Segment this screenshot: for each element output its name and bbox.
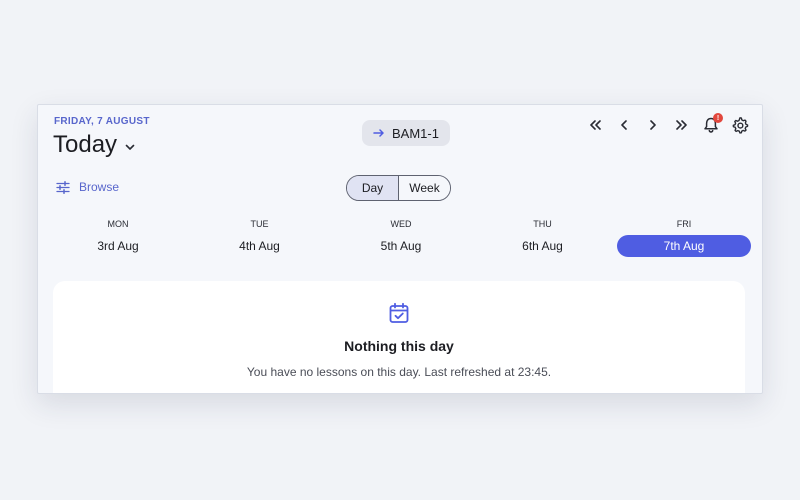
last-page-button[interactable] <box>672 115 692 135</box>
day-date: 3rd Aug <box>97 239 139 253</box>
day-name: TUE <box>250 219 269 229</box>
day-tue[interactable]: TUE 4th Aug <box>193 218 327 257</box>
settings-button[interactable] <box>730 115 750 135</box>
timetable-card: FRIDAY, 7 AUGUST Today BAM1-1 ! Browse D… <box>37 104 763 394</box>
sliders-icon <box>56 180 70 194</box>
browse-button[interactable]: Browse <box>56 180 119 194</box>
calendar-check-icon <box>389 302 409 323</box>
current-date-label: FRIDAY, 7 AUGUST <box>54 116 150 127</box>
page-title: Today <box>53 131 118 158</box>
arrow-right-icon <box>373 129 384 137</box>
first-page-button[interactable] <box>585 115 605 135</box>
group-chip-label: BAM1-1 <box>392 125 439 141</box>
empty-state-panel: Nothing this day You have no lessons on … <box>53 281 745 393</box>
day-date: 4th Aug <box>239 239 280 253</box>
previous-button[interactable] <box>614 115 634 135</box>
day-date-selected: 7th Aug <box>617 235 751 257</box>
empty-state-message: You have no lessons on this day. Last re… <box>246 365 552 379</box>
toolbar: ! <box>585 113 750 135</box>
day-wed[interactable]: WED 5th Aug <box>334 218 468 257</box>
day-date: 6th Aug <box>522 239 563 253</box>
toggle-day[interactable]: Day <box>347 176 399 200</box>
chevrons-left-icon <box>590 120 601 130</box>
chevrons-right-icon <box>676 120 687 130</box>
next-button[interactable] <box>643 115 663 135</box>
empty-state-title: Nothing this day <box>344 338 454 354</box>
browse-label: Browse <box>79 180 120 194</box>
day-fri[interactable]: FRI 7th Aug <box>617 218 751 257</box>
notifications-button[interactable]: ! <box>701 113 723 135</box>
day-mon[interactable]: MON 3rd Aug <box>51 218 185 257</box>
chevron-left-icon <box>621 120 627 130</box>
toggle-week[interactable]: Week <box>399 176 450 200</box>
view-toggle: Day Week <box>346 175 451 201</box>
notification-badge: ! <box>713 113 723 123</box>
group-chip[interactable]: BAM1-1 <box>362 120 450 146</box>
chevron-right-icon <box>650 120 656 130</box>
day-thu[interactable]: THU 6th Aug <box>476 218 610 257</box>
day-name: WED <box>390 219 412 229</box>
day-name: MON <box>107 219 129 229</box>
day-name: FRI <box>676 219 692 229</box>
chevron-down-icon <box>125 144 135 150</box>
day-date: 5th Aug <box>380 239 422 253</box>
view-range-selector[interactable]: Today <box>53 131 137 159</box>
day-selector: MON 3rd Aug TUE 4th Aug WED 5th Aug THU … <box>51 218 751 257</box>
gear-icon <box>732 117 749 134</box>
day-name: THU <box>533 219 552 229</box>
